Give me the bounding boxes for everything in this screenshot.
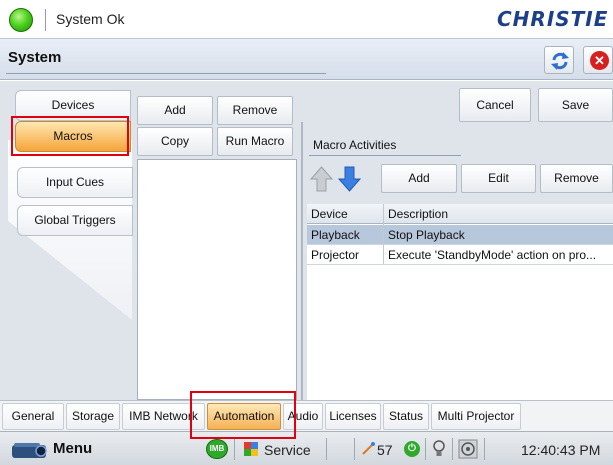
close-icon: ✕ bbox=[590, 51, 609, 70]
christie-logo: CHRISTIE bbox=[497, 7, 609, 31]
table-header: Device Description bbox=[307, 204, 613, 224]
arrow-up-icon bbox=[309, 166, 334, 192]
status-text: System Ok bbox=[56, 11, 125, 27]
side-tab-global-triggers[interactable]: Global Triggers bbox=[17, 205, 133, 236]
taskbar-separator bbox=[452, 438, 453, 460]
taskbar-separator bbox=[484, 438, 485, 460]
table-row[interactable]: Playback Stop Playback bbox=[307, 225, 613, 245]
title-underline bbox=[6, 73, 326, 74]
move-up-button[interactable] bbox=[309, 165, 334, 193]
counter-value: 57 bbox=[377, 442, 393, 458]
arrow-down-icon bbox=[337, 166, 362, 192]
bottom-tab-bar: General Storage IMB Network Automation A… bbox=[0, 400, 613, 431]
lamp-icon[interactable] bbox=[432, 440, 446, 458]
tab-licenses[interactable]: Licenses bbox=[325, 403, 381, 430]
macro-activities-label: Macro Activities bbox=[313, 138, 397, 152]
taskbar-separator bbox=[425, 438, 426, 460]
projector-icon bbox=[12, 443, 47, 458]
table-row[interactable]: Projector Execute 'StandbyMode' action o… bbox=[307, 245, 613, 265]
automation-highlight-box bbox=[190, 391, 296, 439]
page-title: System bbox=[8, 49, 62, 66]
fan-icon[interactable] bbox=[458, 439, 478, 459]
column-separator bbox=[383, 204, 384, 264]
macro-activities-underline bbox=[309, 155, 461, 156]
taskbar-separator bbox=[234, 438, 235, 460]
activity-edit-button[interactable]: Edit bbox=[461, 164, 536, 193]
tab-multi-projector[interactable]: Multi Projector bbox=[431, 403, 521, 430]
column-header-description[interactable]: Description bbox=[388, 204, 608, 224]
taskbar-separator bbox=[354, 438, 355, 460]
tab-storage[interactable]: Storage bbox=[66, 403, 120, 430]
menu-label: Menu bbox=[53, 440, 93, 457]
macro-list[interactable] bbox=[137, 159, 297, 400]
close-button[interactable]: ✕ bbox=[583, 46, 613, 74]
service-label[interactable]: Service bbox=[264, 442, 311, 458]
side-tab-label: Devices bbox=[51, 98, 95, 112]
side-tab-label: Global Triggers bbox=[34, 213, 116, 227]
taskbar-separator bbox=[326, 438, 327, 460]
macro-add-button[interactable]: Add bbox=[137, 96, 213, 125]
row-description: Execute 'StandbyMode' action on pro... bbox=[388, 248, 597, 262]
macro-copy-button[interactable]: Copy bbox=[137, 127, 213, 156]
menu-button[interactable]: Menu bbox=[4, 434, 112, 464]
tab-general[interactable]: General bbox=[2, 403, 64, 430]
activity-remove-button[interactable]: Remove bbox=[540, 164, 613, 193]
macro-remove-button[interactable]: Remove bbox=[217, 96, 293, 125]
move-down-button[interactable] bbox=[337, 165, 362, 193]
panel-divider bbox=[301, 122, 303, 400]
row-description: Stop Playback bbox=[388, 228, 465, 242]
status-led-icon bbox=[9, 8, 33, 32]
status-bar: System Ok CHRISTIE bbox=[0, 0, 613, 38]
imb-badge-label: IMB bbox=[209, 444, 225, 453]
side-tab-label: Input Cues bbox=[45, 175, 105, 189]
imb-badge-icon[interactable]: IMB bbox=[206, 439, 228, 459]
power-icon[interactable]: ⏻ bbox=[404, 441, 420, 457]
clock: 12:40:43 PM bbox=[521, 442, 601, 458]
save-button[interactable]: Save bbox=[538, 88, 613, 122]
row-device: Playback bbox=[311, 228, 360, 242]
taskbar: Menu IMB Service 57 ⏻ 12:40:43 PM bbox=[0, 431, 613, 465]
tab-status[interactable]: Status bbox=[383, 403, 429, 430]
service-icon bbox=[244, 442, 258, 456]
status-separator bbox=[45, 9, 46, 31]
activity-add-button[interactable]: Add bbox=[381, 164, 457, 193]
refresh-icon bbox=[551, 52, 569, 70]
title-bar: System ✕ bbox=[0, 38, 613, 80]
link-icon bbox=[362, 442, 375, 455]
run-macro-button[interactable]: Run Macro bbox=[217, 127, 293, 156]
refresh-button[interactable] bbox=[544, 46, 574, 74]
side-tab-input-cues[interactable]: Input Cues bbox=[17, 167, 133, 198]
macros-highlight-box bbox=[11, 116, 129, 156]
activities-table: Device Description Playback Stop Playbac… bbox=[307, 204, 613, 400]
row-device: Projector bbox=[311, 248, 360, 262]
cancel-button[interactable]: Cancel bbox=[459, 88, 531, 122]
column-header-device[interactable]: Device bbox=[311, 204, 381, 224]
